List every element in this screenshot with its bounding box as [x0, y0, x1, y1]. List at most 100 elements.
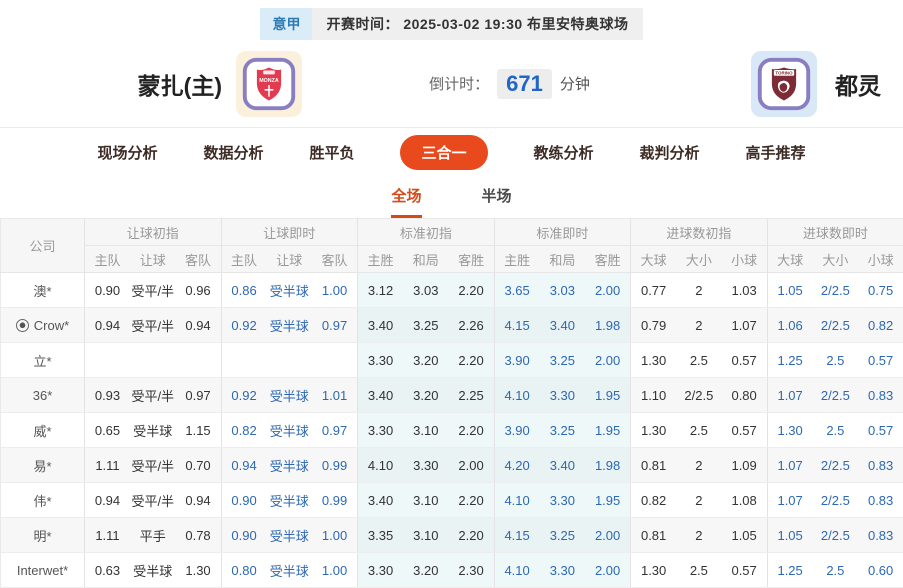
- odds-cell-goals-live-2: 0.83: [858, 448, 903, 483]
- odds-cell-standard-live-0: 4.15: [494, 518, 540, 553]
- nav-tabs: 现场分析 数据分析 胜平负 三合一 教练分析 裁判分析 高手推荐: [0, 130, 903, 174]
- odds-cell-standard-live-1: 3.30: [540, 378, 586, 413]
- odds-cell-goals-initial-2: 1.09: [722, 448, 768, 483]
- odds-cell-handicap-live-1: 受半球: [267, 553, 313, 588]
- sub-header-handicap-live-1: 让球: [267, 246, 313, 273]
- odds-cell-handicap-initial-1: 受平/半: [130, 483, 176, 518]
- home-team-name: 蒙扎(主): [138, 67, 222, 101]
- odds-cell-goals-initial-1: 2: [676, 483, 722, 518]
- odds-cell-handicap-initial-1: 平手: [130, 518, 176, 553]
- odds-cell-handicap-initial-2: 0.70: [176, 448, 222, 483]
- company-cell: 澳*: [1, 273, 85, 308]
- odds-cell-goals-initial-1: 2.5: [676, 413, 722, 448]
- sub-header-standard-initial-0: 主胜: [358, 246, 404, 273]
- tab-three-in-one[interactable]: 三合一: [400, 135, 487, 170]
- sub-header-standard-live-1: 和局: [540, 246, 586, 273]
- odds-cell-goals-initial-2: 0.57: [722, 413, 768, 448]
- odds-cell-standard-live-1: 3.30: [540, 553, 586, 588]
- company-cell: Crow*: [1, 308, 85, 343]
- odds-cell-goals-initial-0: 1.30: [631, 343, 677, 378]
- odds-cell-handicap-initial-1: 受平/半: [130, 308, 176, 343]
- company-cell: 易*: [1, 448, 85, 483]
- odds-cell-goals-live-2: 0.83: [858, 378, 903, 413]
- group-header-goals-live: 进球数即时: [767, 219, 903, 246]
- countdown-block: 倒计时： 671 分钟: [368, 69, 651, 99]
- odds-cell-handicap-live-1: 受半球: [267, 273, 313, 308]
- tab-live-analysis[interactable]: 现场分析: [97, 142, 157, 163]
- odds-cell-handicap-initial-1: 受半球: [130, 413, 176, 448]
- odds-cell-handicap-live-2: 0.97: [312, 308, 358, 343]
- subtab-full-match[interactable]: 全场: [391, 185, 421, 218]
- league-badge: 意甲: [260, 8, 312, 40]
- countdown-unit: 分钟: [560, 73, 590, 94]
- group-header-handicap-live: 让球即时: [221, 219, 358, 246]
- odds-cell-handicap-initial-2: 1.15: [176, 413, 222, 448]
- odds-cell-handicap-initial-0: [85, 343, 131, 378]
- odds-cell-standard-live-2: 2.00: [585, 553, 631, 588]
- subtab-half-match[interactable]: 半场: [482, 185, 512, 218]
- odds-cell-goals-live-1: 2/2.5: [813, 273, 859, 308]
- countdown-label: 倒计时：: [429, 73, 489, 94]
- odds-cell-standard-initial-0: 3.40: [358, 378, 404, 413]
- odds-cell-standard-live-0: 4.20: [494, 448, 540, 483]
- svg-text:TORINO: TORINO: [775, 70, 793, 75]
- odds-cell-standard-live-0: 4.10: [494, 483, 540, 518]
- odds-cell-standard-initial-1: 3.20: [403, 378, 449, 413]
- match-header: 蒙扎(主) MONZA 倒计时： 671 分钟 TORINO: [0, 40, 903, 128]
- odds-cell-handicap-live-1: 受半球: [267, 518, 313, 553]
- tab-referee-analysis[interactable]: 裁判分析: [640, 142, 700, 163]
- odds-cell-handicap-live-0: 0.92: [221, 308, 267, 343]
- svg-text:MONZA: MONZA: [259, 78, 279, 84]
- group-header-handicap-initial: 让球初指: [85, 219, 222, 246]
- odds-cell-goals-initial-2: 1.07: [722, 308, 768, 343]
- kickoff-text: 开赛时间： 2025-03-02 19:30 布里安特奥球场: [312, 8, 642, 40]
- tab-expert-picks[interactable]: 高手推荐: [746, 142, 806, 163]
- odds-cell-handicap-initial-0: 1.11: [85, 448, 131, 483]
- odds-table-body: 澳*0.90受平/半0.960.86受半球1.003.123.032.203.6…: [1, 273, 903, 588]
- odds-cell-handicap-initial-2: 0.96: [176, 273, 222, 308]
- odds-cell-standard-live-2: 2.00: [585, 343, 631, 378]
- tab-win-draw-loss[interactable]: 胜平负: [309, 142, 354, 163]
- odds-cell-goals-live-2: 0.57: [858, 413, 903, 448]
- odds-cell-handicap-initial-1: 受平/半: [130, 448, 176, 483]
- odds-cell-standard-live-2: 2.00: [585, 518, 631, 553]
- odds-cell-goals-live-0: 1.25: [767, 343, 813, 378]
- odds-cell-goals-initial-1: 2: [676, 518, 722, 553]
- odds-cell-standard-live-0: 3.90: [494, 343, 540, 378]
- odds-cell-standard-live-2: 1.95: [585, 413, 631, 448]
- odds-cell-goals-live-1: 2/2.5: [813, 378, 859, 413]
- sub-header-standard-initial-2: 客胜: [449, 246, 495, 273]
- odds-cell-standard-initial-0: 3.35: [358, 518, 404, 553]
- odds-cell-handicap-live-0: 0.94: [221, 448, 267, 483]
- table-row: 易*1.11受平/半0.700.94受半球0.994.103.302.004.2…: [1, 448, 903, 483]
- odds-cell-handicap-initial-1: [130, 343, 176, 378]
- odds-cell-handicap-initial-1: 受半球: [130, 553, 176, 588]
- kickoff-bar: 意甲 开赛时间： 2025-03-02 19:30 布里安特奥球场: [260, 8, 642, 40]
- odds-cell-goals-initial-1: 2: [676, 448, 722, 483]
- sub-header-handicap-live-2: 客队: [312, 246, 358, 273]
- odds-cell-goals-live-2: 0.83: [858, 483, 903, 518]
- odds-cell-handicap-live-1: 受半球: [267, 448, 313, 483]
- odds-cell-goals-live-0: 1.25: [767, 553, 813, 588]
- sub-header-handicap-initial-1: 让球: [130, 246, 176, 273]
- sub-header-handicap-initial-0: 主队: [85, 246, 131, 273]
- odds-cell-standard-initial-0: 3.30: [358, 413, 404, 448]
- odds-cell-standard-live-1: 3.30: [540, 483, 586, 518]
- group-header-standard-live: 标准即时: [494, 219, 631, 246]
- col-header-company: 公司: [1, 219, 85, 273]
- odds-cell-standard-initial-2: 2.25: [449, 378, 495, 413]
- odds-cell-handicap-live-1: 受半球: [267, 378, 313, 413]
- odds-cell-standard-live-1: 3.03: [540, 273, 586, 308]
- odds-cell-standard-live-1: 3.25: [540, 413, 586, 448]
- odds-cell-goals-live-1: 2.5: [813, 553, 859, 588]
- odds-cell-goals-initial-1: 2.5: [676, 343, 722, 378]
- odds-cell-standard-initial-0: 3.12: [358, 273, 404, 308]
- odds-cell-goals-live-0: 1.07: [767, 378, 813, 413]
- odds-cell-goals-initial-1: 2: [676, 308, 722, 343]
- odds-cell-handicap-initial-0: 1.11: [85, 518, 131, 553]
- sub-header-handicap-initial-2: 客队: [176, 246, 222, 273]
- tab-coach-analysis[interactable]: 教练分析: [534, 142, 594, 163]
- odds-cell-handicap-initial-0: 0.90: [85, 273, 131, 308]
- tab-data-analysis[interactable]: 数据分析: [203, 142, 263, 163]
- odds-cell-handicap-live-2: 0.99: [312, 483, 358, 518]
